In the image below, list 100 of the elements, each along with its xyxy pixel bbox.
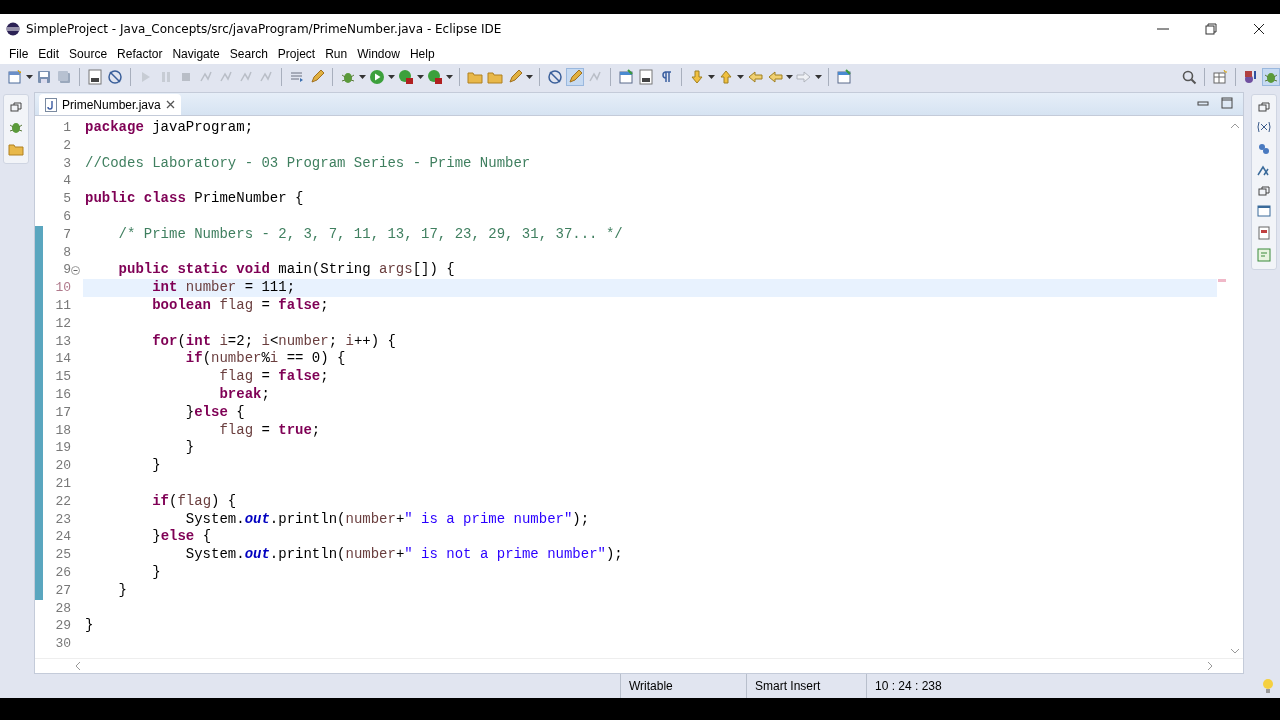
- code-line: if(flag) {: [151, 492, 237, 511]
- menu-item[interactable]: Refactor: [112, 47, 168, 61]
- status-field: 10 : 24 : 238: [866, 674, 986, 698]
- dropdown-caret-icon[interactable]: [786, 75, 793, 79]
- open-perspective-icon[interactable]: [1211, 68, 1229, 86]
- status-field: Smart Insert: [746, 674, 866, 698]
- menu-item[interactable]: Run: [320, 47, 353, 61]
- menu-item[interactable]: Project: [272, 47, 321, 61]
- close-icon[interactable]: [1251, 21, 1267, 37]
- collapse-icon[interactable]: [71, 265, 80, 275]
- code-line: }: [85, 617, 94, 636]
- dropdown-caret-icon[interactable]: [708, 75, 715, 79]
- code-line: }: [184, 439, 195, 458]
- line-number: 21: [54, 474, 71, 493]
- line-number: 30: [54, 635, 71, 653]
- line-number: 10: [54, 279, 71, 297]
- console-icon: [1256, 203, 1272, 219]
- dropdown-caret-icon[interactable]: [388, 75, 395, 79]
- dropdown-caret-icon[interactable]: [815, 75, 822, 79]
- scroll-right-icon[interactable]: [1208, 662, 1213, 670]
- restore-icon[interactable]: [1203, 21, 1219, 37]
- status-field: Writable: [620, 674, 746, 698]
- code-line: }: [151, 457, 161, 475]
- code-line: public class PrimeNumber {: [85, 190, 304, 208]
- line-number: 5: [62, 190, 71, 208]
- dropdown-caret-icon[interactable]: [737, 75, 744, 79]
- scroll-up-icon[interactable]: [1231, 123, 1239, 128]
- line-number: 11: [54, 296, 71, 315]
- code-line: flag = false;: [218, 368, 329, 386]
- code-line: }: [117, 581, 127, 600]
- code-line: break;: [218, 385, 270, 404]
- editor-tab[interactable]: PrimeNumber.java: [39, 94, 181, 115]
- menu-item[interactable]: Edit: [33, 47, 65, 61]
- line-number: 19: [54, 439, 71, 458]
- line-number: 4: [62, 172, 71, 191]
- code-line: System.out.println(number+" is a prime number");: [184, 510, 590, 529]
- line-number: 2: [62, 136, 71, 155]
- line-number: 16: [54, 385, 71, 404]
- code-line: }else {: [184, 403, 245, 422]
- menu-item[interactable]: Search: [224, 47, 273, 61]
- line-number: 27: [54, 581, 71, 600]
- coverage-icon[interactable]: [397, 68, 415, 86]
- line-number: 8: [62, 243, 71, 262]
- line-number: 22: [54, 492, 71, 511]
- code-line: flag = true;: [218, 421, 321, 440]
- line-number: 15: [54, 368, 71, 386]
- maximize-icon: [1221, 97, 1233, 109]
- line-number: 25: [54, 546, 71, 564]
- code-line: package javaProgram;: [85, 119, 254, 137]
- binary-file-icon[interactable]: [86, 68, 104, 86]
- menu-item[interactable]: Navigate: [167, 47, 225, 61]
- search-icon[interactable]: [1180, 68, 1198, 86]
- menu-item[interactable]: Help: [404, 47, 440, 61]
- menu-item[interactable]: Source: [64, 47, 113, 61]
- code-line: if(number%i == 0) {: [184, 350, 346, 369]
- line-number: 9: [62, 261, 71, 280]
- dropdown-caret-icon[interactable]: [26, 75, 33, 79]
- save-all-icon[interactable]: [55, 68, 73, 86]
- minimize-icon: [1197, 99, 1209, 107]
- menu-item[interactable]: Window: [352, 47, 405, 61]
- code-line: }: [151, 563, 161, 582]
- external-tools-icon[interactable]: [426, 68, 444, 86]
- eclipse-logo-icon: [6, 22, 20, 36]
- close-icon[interactable]: [165, 100, 175, 109]
- restore-icon: [1258, 185, 1270, 197]
- breakpoints-icon: [1256, 141, 1272, 157]
- code-line: /* Prime Numbers - 2, 3, 7, 11, 13, 17, 23, 29, 31, 37... */: [117, 225, 623, 244]
- line-number: 29: [54, 617, 71, 636]
- tasks-icon: [1256, 225, 1272, 241]
- code-line: for(int i=2; i<number; i++) {: [151, 332, 396, 351]
- scroll-down-icon[interactable]: [1231, 649, 1239, 654]
- line-number: 14: [54, 350, 71, 369]
- line-number: 23: [54, 510, 71, 529]
- code-line: public static void main(String args[]) {: [117, 261, 455, 280]
- highlight-icon[interactable]: [566, 68, 584, 86]
- code-line: System.out.println(number+" is not a prime number");: [184, 546, 623, 564]
- line-number: 7: [62, 225, 71, 244]
- scroll-left-icon[interactable]: [75, 662, 80, 670]
- line-number: 18: [54, 421, 71, 440]
- debug-perspective-icon[interactable]: [1262, 68, 1280, 86]
- dropdown-caret-icon[interactable]: [526, 75, 533, 79]
- folder-icon: [8, 141, 24, 157]
- line-number: 24: [54, 528, 71, 547]
- dropdown-caret-icon[interactable]: [446, 75, 453, 79]
- line-number: 17: [54, 403, 71, 422]
- variables-icon: [1256, 119, 1272, 135]
- dropdown-caret-icon[interactable]: [359, 75, 366, 79]
- overview-marker: [1218, 279, 1226, 282]
- line-number: 28: [54, 599, 71, 618]
- dropdown-caret-icon[interactable]: [417, 75, 424, 79]
- code-line: boolean flag = false;: [151, 296, 329, 315]
- line-number: 6: [62, 208, 71, 226]
- restore-icon: [10, 101, 22, 113]
- code-line: //Codes Laboratory - 03 Program Series - Prime Number: [85, 154, 531, 173]
- restore-icon: [1258, 101, 1270, 113]
- skip-breakpoints-icon[interactable]: [106, 68, 124, 86]
- lightbulb-icon: [1262, 678, 1274, 694]
- code-line: }else {: [151, 528, 212, 547]
- code-line: int number = 111;: [151, 279, 296, 297]
- menu-item[interactable]: File: [4, 47, 34, 61]
